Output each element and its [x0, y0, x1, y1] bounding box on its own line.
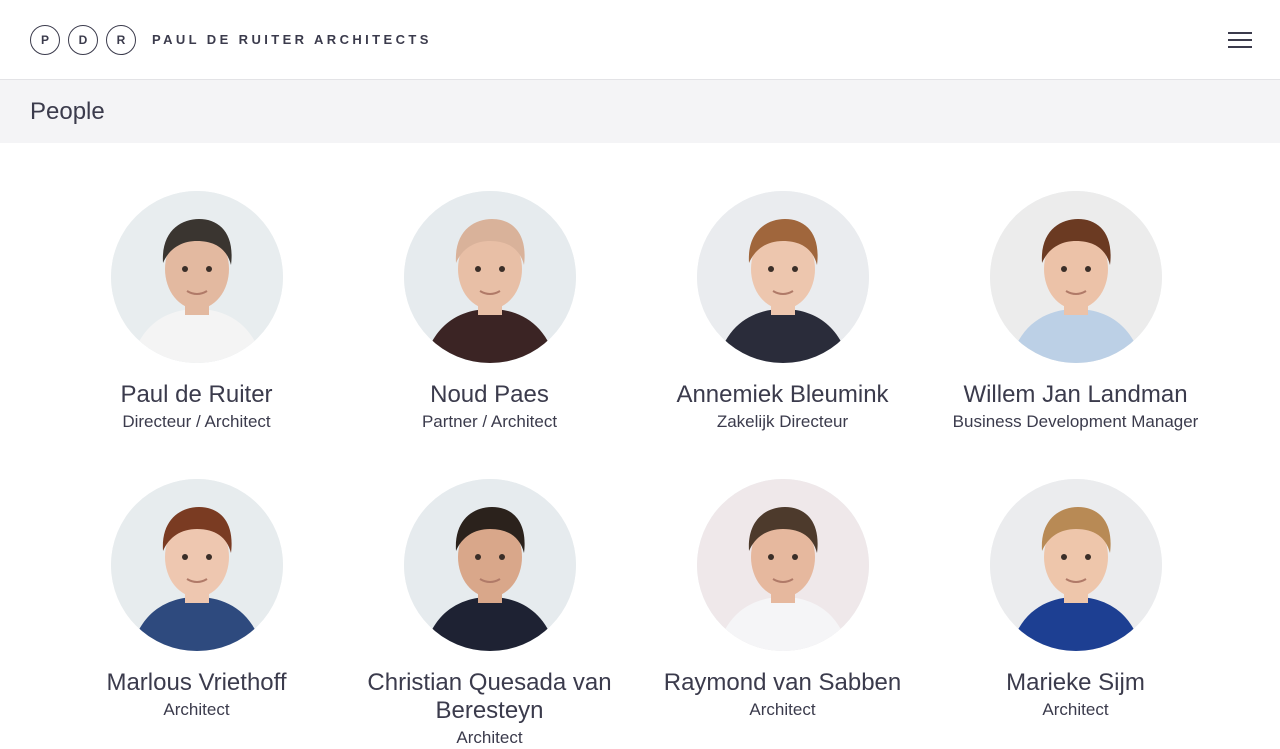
- person-card[interactable]: Christian Quesada van Beresteyn Architect: [343, 479, 636, 749]
- page-header: People: [0, 80, 1280, 143]
- person-card[interactable]: Marieke Sijm Architect: [929, 479, 1222, 749]
- menu-line: [1228, 31, 1252, 34]
- person-card[interactable]: Willem Jan Landman Business Development M…: [929, 191, 1222, 433]
- person-role: Business Development Manager: [952, 412, 1199, 431]
- person-card[interactable]: Paul de Ruiter Directeur / Architect: [50, 191, 343, 433]
- person-photo[interactable]: [403, 479, 576, 651]
- person-role: Architect: [1042, 700, 1109, 719]
- person-photo[interactable]: [403, 191, 576, 363]
- person-card[interactable]: Raymond van Sabben Architect: [636, 479, 929, 749]
- menu-line: [1228, 38, 1252, 41]
- portrait-image: [110, 479, 283, 651]
- brand-name: PAUL DE RUITER ARCHITECTS: [152, 32, 432, 47]
- person-photo[interactable]: [989, 191, 1162, 363]
- portrait-image: [403, 191, 576, 363]
- portrait-image: [989, 479, 1162, 651]
- portrait-image: [110, 191, 283, 363]
- person-name[interactable]: Annemiek Bleumink: [676, 381, 888, 409]
- person-role: Zakelijk Directeur: [716, 412, 849, 431]
- person-name[interactable]: Marlous Vriethoff: [106, 669, 286, 697]
- portrait-image: [696, 479, 869, 651]
- person-photo[interactable]: [110, 191, 283, 363]
- person-photo[interactable]: [696, 479, 869, 651]
- portrait-image: [989, 191, 1162, 363]
- person-name[interactable]: Christian Quesada van Beresteyn: [343, 669, 636, 725]
- logo-letter-r: R: [106, 24, 136, 55]
- logo-letter-d: D: [68, 24, 98, 55]
- person-photo[interactable]: [696, 191, 869, 363]
- person-role: Architect: [749, 700, 816, 719]
- hamburger-menu-icon[interactable]: [1228, 31, 1252, 48]
- menu-line: [1228, 45, 1252, 48]
- person-role: Directeur / Architect: [122, 412, 271, 431]
- person-role: Partner / Architect: [421, 412, 558, 431]
- person-name[interactable]: Raymond van Sabben: [664, 669, 902, 697]
- person-photo[interactable]: [989, 479, 1162, 651]
- person-photo[interactable]: [110, 479, 283, 651]
- people-grid: Paul de Ruiter Directeur / Architect Noud …: [0, 143, 1280, 749]
- person-role: Architect: [456, 728, 523, 747]
- page-title: People: [30, 97, 105, 125]
- person-card[interactable]: Noud Paes Partner / Architect: [343, 191, 636, 433]
- portrait-image: [403, 479, 576, 651]
- brand-logo[interactable]: P D R PAUL DE RUITER ARCHITECTS: [30, 24, 432, 55]
- logo-letter-p: P: [30, 24, 60, 55]
- person-name[interactable]: Willem Jan Landman: [963, 381, 1187, 409]
- top-bar: P D R PAUL DE RUITER ARCHITECTS: [0, 0, 1280, 80]
- person-role: Architect: [163, 700, 230, 719]
- person-name[interactable]: Noud Paes: [430, 381, 549, 409]
- person-name[interactable]: Paul de Ruiter: [120, 381, 272, 409]
- person-name[interactable]: Marieke Sijm: [1006, 669, 1145, 697]
- portrait-image: [696, 191, 869, 363]
- person-card[interactable]: Annemiek Bleumink Zakelijk Directeur: [636, 191, 929, 433]
- person-card[interactable]: Marlous Vriethoff Architect: [50, 479, 343, 749]
